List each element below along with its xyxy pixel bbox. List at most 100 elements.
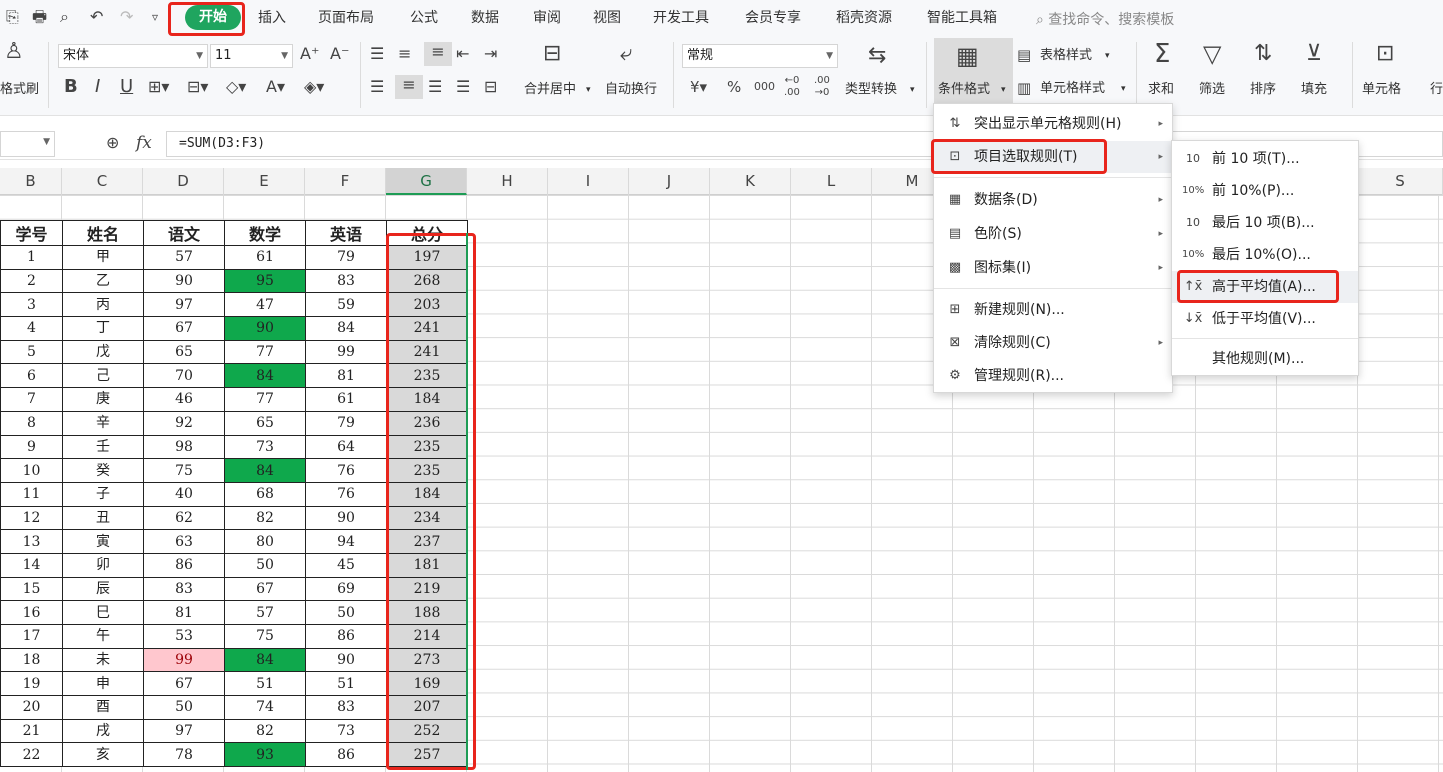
- italic-icon[interactable]: I: [95, 77, 100, 97]
- cell-math[interactable]: 51: [224, 671, 306, 697]
- cell-math[interactable]: 84: [224, 458, 306, 483]
- cell-english[interactable]: 76: [305, 458, 387, 483]
- tab-home[interactable]: 开始: [185, 5, 241, 30]
- font-name-select[interactable]: 宋体 ▼: [58, 44, 208, 68]
- cell-student-no[interactable]: 22: [0, 742, 63, 768]
- cell-name[interactable]: 甲: [62, 245, 144, 270]
- cell-chinese[interactable]: 81: [143, 600, 225, 625]
- cell-english[interactable]: 59: [305, 292, 387, 318]
- cell-student-no[interactable]: 21: [0, 718, 63, 744]
- cell-student-no[interactable]: 18: [0, 647, 63, 673]
- cond-format-button[interactable]: ▦ 条件格式 ▾: [934, 38, 1013, 103]
- cell-name[interactable]: 乙: [62, 268, 144, 294]
- tab-data[interactable]: 数据: [471, 9, 499, 27]
- cell-total[interactable]: 188: [386, 600, 468, 625]
- header-math[interactable]: 数学: [224, 220, 306, 246]
- cell-english[interactable]: 51: [305, 671, 387, 697]
- cell-name[interactable]: 庚: [62, 387, 144, 412]
- cell-math[interactable]: 65: [224, 410, 306, 436]
- align-middle-icon[interactable]: ≡: [398, 44, 411, 64]
- cell-student-no[interactable]: 19: [0, 671, 63, 697]
- cell-english[interactable]: 73: [305, 718, 387, 744]
- decrease-decimal-icon[interactable]: .00 →0: [814, 75, 830, 99]
- cell-chinese[interactable]: 83: [143, 576, 225, 602]
- cell-student-no[interactable]: 2: [0, 268, 63, 294]
- cell-english[interactable]: 83: [305, 695, 387, 720]
- increase-font-icon[interactable]: A⁺: [300, 44, 319, 64]
- table-style-icon[interactable]: ▤: [1017, 45, 1031, 65]
- cell-chinese[interactable]: 70: [143, 363, 225, 389]
- cell-name[interactable]: 子: [62, 481, 144, 507]
- cell-chinese[interactable]: 53: [143, 624, 225, 649]
- clear-icon[interactable]: ◈▾: [304, 77, 324, 97]
- zoom-formula-icon[interactable]: ⊕: [106, 133, 119, 153]
- cell-name[interactable]: 辛: [62, 410, 144, 436]
- cell-english[interactable]: 90: [305, 505, 387, 531]
- tab-page-layout[interactable]: 页面布局: [318, 9, 374, 27]
- cell-student-no[interactable]: 1: [0, 245, 63, 270]
- cell-english[interactable]: 90: [305, 647, 387, 673]
- cell-chinese[interactable]: 97: [143, 718, 225, 744]
- cell-total[interactable]: 234: [386, 505, 468, 531]
- cell-student-no[interactable]: 10: [0, 458, 63, 483]
- cell-math[interactable]: 47: [224, 292, 306, 318]
- cell-english[interactable]: 61: [305, 387, 387, 412]
- cell-english[interactable]: 64: [305, 434, 387, 460]
- cell-chinese[interactable]: 50: [143, 695, 225, 720]
- col-header-f[interactable]: F: [305, 168, 386, 195]
- merge-center-icon[interactable]: ⊟: [543, 43, 561, 65]
- customize-dropdown-icon[interactable]: ▿: [152, 7, 158, 27]
- name-box[interactable]: ▼: [0, 131, 55, 157]
- menu-item-manage-rules[interactable]: ⚙ 管理规则(R)...: [934, 360, 1172, 392]
- distributed-icon[interactable]: ⊟: [484, 77, 497, 97]
- menu-item-highlight-rules[interactable]: ⇅ 突出显示单元格规则(H) ▸: [934, 108, 1172, 140]
- tab-review[interactable]: 审阅: [533, 9, 561, 27]
- cell-name[interactable]: 戌: [62, 718, 144, 744]
- col-header-l[interactable]: L: [791, 168, 872, 195]
- cell-name[interactable]: 未: [62, 647, 144, 673]
- border-icon[interactable]: ⊞▾: [148, 77, 169, 97]
- menu-item-top-bottom-rules[interactable]: ⊡ 项目选取规则(T) ▸: [934, 141, 1172, 173]
- merge-center-label[interactable]: 合并居中: [524, 82, 576, 98]
- cell-total[interactable]: 203: [386, 292, 468, 318]
- chevron-down-icon[interactable]: ▾: [1105, 48, 1110, 64]
- justify-icon[interactable]: ☰: [456, 77, 470, 97]
- cell-total[interactable]: 235: [386, 363, 468, 389]
- cell-student-no[interactable]: 8: [0, 410, 63, 436]
- col-header-j[interactable]: J: [629, 168, 710, 195]
- chevron-down-icon[interactable]: ▾: [1121, 81, 1126, 97]
- type-convert-label[interactable]: 类型转换: [845, 82, 897, 98]
- col-header-h[interactable]: H: [467, 168, 548, 195]
- cell-english[interactable]: 83: [305, 268, 387, 294]
- indent-decrease-icon[interactable]: ⇤: [456, 44, 469, 64]
- cell-chinese[interactable]: 86: [143, 552, 225, 578]
- sort-icon[interactable]: ⇅: [1254, 43, 1272, 65]
- cell-total[interactable]: 181: [386, 552, 468, 578]
- undo-icon[interactable]: ↶: [90, 7, 103, 27]
- align-left-icon[interactable]: ☰: [370, 77, 384, 97]
- cell-math[interactable]: 90: [224, 316, 306, 341]
- tab-member[interactable]: 会员专享: [745, 9, 801, 27]
- cell-student-no[interactable]: 3: [0, 292, 63, 318]
- filter-icon[interactable]: ▽: [1203, 42, 1221, 66]
- cell-math[interactable]: 77: [224, 339, 306, 365]
- cell-name[interactable]: 巳: [62, 600, 144, 625]
- cell-name[interactable]: 癸: [62, 458, 144, 483]
- col-header-s[interactable]: S: [1358, 168, 1443, 195]
- font-size-select[interactable]: 11 ▼: [210, 44, 293, 68]
- cell-chinese[interactable]: 62: [143, 505, 225, 531]
- cell-total[interactable]: 273: [386, 647, 468, 673]
- header-chinese[interactable]: 语文: [143, 220, 225, 246]
- cell-chinese[interactable]: 57: [143, 245, 225, 270]
- align-center-icon[interactable]: ≡: [395, 75, 423, 99]
- tab-smart-toolbox[interactable]: 智能工具箱: [927, 9, 997, 27]
- cell-chinese[interactable]: 97: [143, 292, 225, 318]
- col-header-i[interactable]: I: [548, 168, 629, 195]
- sort-label[interactable]: 排序: [1250, 82, 1276, 98]
- font-color-icon[interactable]: A▾: [266, 77, 285, 97]
- cell-total[interactable]: 184: [386, 481, 468, 507]
- cell-border-style-icon[interactable]: ⊟▾: [187, 77, 208, 97]
- cell-student-no[interactable]: 15: [0, 576, 63, 602]
- cell-math[interactable]: 84: [224, 647, 306, 673]
- cell-english[interactable]: 84: [305, 316, 387, 341]
